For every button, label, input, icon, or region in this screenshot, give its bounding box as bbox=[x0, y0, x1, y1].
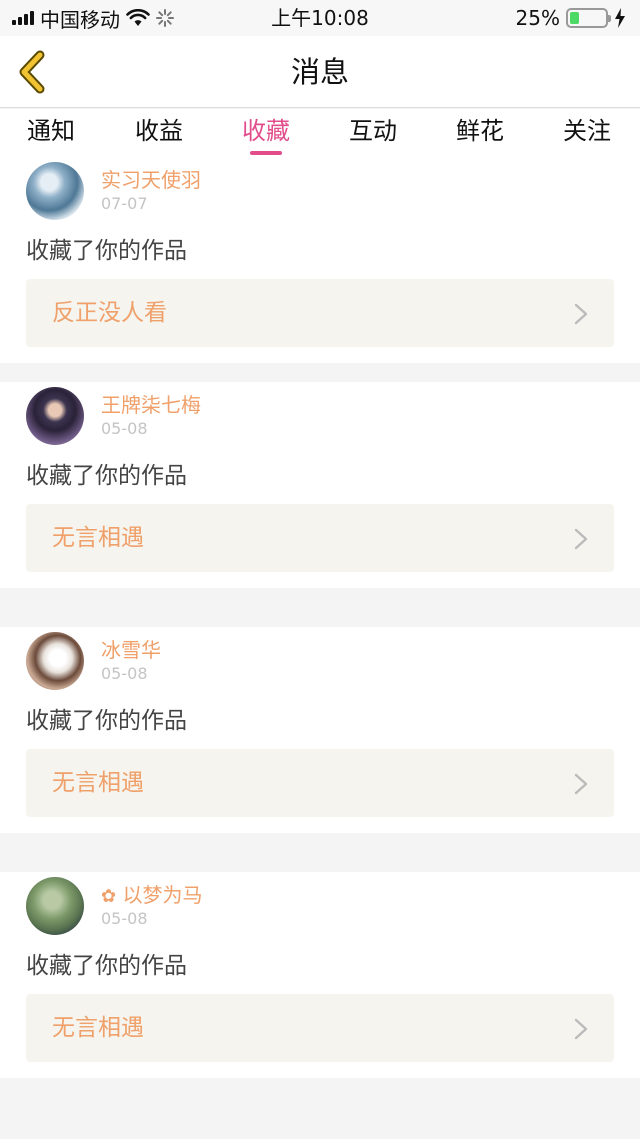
work-title: 无言相遇 bbox=[52, 1015, 144, 1041]
action-text: 收藏了你的作品 bbox=[26, 708, 187, 734]
work-link[interactable]: 无言相遇 bbox=[26, 504, 614, 572]
tab-favorites[interactable]: 收藏 bbox=[226, 113, 306, 155]
work-title: 反正没人看 bbox=[52, 300, 167, 326]
list-item: 王牌柒七梅 05-08 收藏了你的作品 无言相遇 bbox=[0, 382, 640, 588]
page-title: 消息 bbox=[290, 55, 349, 89]
avatar[interactable] bbox=[26, 632, 84, 690]
list-item: 实习天使羽 07-07 收藏了你的作品 反正没人看 bbox=[0, 157, 640, 363]
action-text: 收藏了你的作品 bbox=[26, 463, 187, 489]
work-link[interactable]: 无言相遇 bbox=[26, 749, 614, 817]
list-item: ✿ 以梦为马 05-08 收藏了你的作品 无言相遇 bbox=[0, 872, 640, 1078]
charging-icon bbox=[615, 8, 625, 28]
tab-notify[interactable]: 通知 bbox=[11, 113, 91, 149]
battery-icon bbox=[566, 8, 611, 28]
item-date: 05-08 bbox=[101, 664, 148, 683]
avatar[interactable] bbox=[26, 877, 84, 935]
list-item: 冰雪华 05-08 收藏了你的作品 无言相遇 bbox=[0, 627, 640, 833]
chevron-right-icon bbox=[574, 773, 588, 795]
battery-percent: 25% bbox=[515, 6, 560, 30]
tab-bar: 通知 收益 收藏 互动 鲜花 关注 bbox=[0, 109, 640, 157]
item-date: 07-07 bbox=[101, 194, 148, 213]
work-title: 无言相遇 bbox=[52, 770, 144, 796]
work-link[interactable]: 反正没人看 bbox=[26, 279, 614, 347]
avatar[interactable] bbox=[26, 162, 84, 220]
chevron-right-icon bbox=[574, 1018, 588, 1040]
user-name-text: 以梦为马 bbox=[122, 883, 203, 907]
user-name[interactable]: 王牌柒七梅 bbox=[101, 391, 201, 419]
user-name[interactable]: 冰雪华 bbox=[101, 636, 161, 664]
flower-icon: ✿ bbox=[101, 886, 117, 907]
work-title: 无言相遇 bbox=[52, 525, 144, 551]
tab-interactions[interactable]: 互动 bbox=[333, 113, 413, 149]
tab-following[interactable]: 关注 bbox=[547, 113, 627, 149]
avatar[interactable] bbox=[26, 387, 84, 445]
action-text: 收藏了你的作品 bbox=[26, 953, 187, 979]
tab-flowers[interactable]: 鲜花 bbox=[440, 113, 520, 149]
chevron-right-icon bbox=[574, 303, 588, 325]
chevron-right-icon bbox=[574, 528, 588, 550]
action-text: 收藏了你的作品 bbox=[26, 238, 187, 264]
status-right: 25% bbox=[516, 5, 626, 31]
user-name[interactable]: 实习天使羽 bbox=[101, 166, 201, 194]
item-date: 05-08 bbox=[101, 419, 148, 438]
item-date: 05-08 bbox=[101, 909, 148, 928]
status-bar: 中国移动 上午10:08 25% bbox=[0, 0, 640, 36]
work-link[interactable]: 无言相遇 bbox=[26, 994, 614, 1062]
nav-bar: 消息 bbox=[0, 36, 640, 108]
user-name[interactable]: ✿ 以梦为马 bbox=[101, 881, 202, 911]
tab-earnings[interactable]: 收益 bbox=[119, 113, 199, 149]
